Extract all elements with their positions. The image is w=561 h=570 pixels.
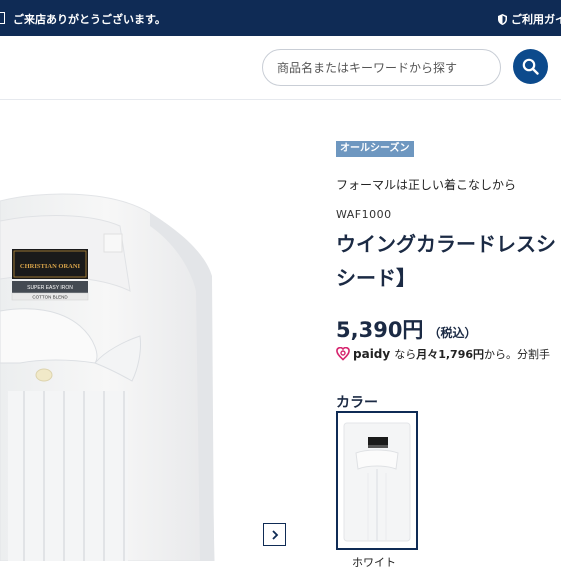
bracket-icon <box>0 12 5 24</box>
paidy-logo-icon <box>336 347 350 361</box>
paidy-installment-info: paidy なら 月々1,796円 から。分割手 <box>336 346 550 362</box>
color-swatch-white[interactable] <box>336 411 418 550</box>
paidy-brand: paidy <box>353 347 391 361</box>
shirt-brand-label: CHRISTIAN ORANI <box>20 263 81 270</box>
announcement-bar: ご来店ありがとうございます。 ご利用ガイ <box>0 0 561 36</box>
chevron-right-icon <box>271 529 278 540</box>
swatch-thumbnail <box>343 422 411 542</box>
product-code: WAF1000 <box>336 208 392 221</box>
product-price: 5,390円 （税込） <box>336 314 476 344</box>
paidy-monthly: 月々1,796円 <box>416 348 485 361</box>
shirt-label-line2: COTTON BLEND <box>32 295 68 300</box>
shield-icon <box>498 13 507 25</box>
announcement-text: ご来店ありがとうございます。 <box>13 13 166 26</box>
color-swatch-name: ホワイト <box>352 556 396 569</box>
user-guide-label: ご利用ガイ <box>511 13 561 26</box>
paidy-prefix: なら <box>394 348 417 361</box>
product-title: ウイングカラードレスシ シード】 <box>336 227 561 295</box>
site-header <box>0 36 561 100</box>
user-guide-link[interactable]: ご利用ガイ <box>498 11 561 27</box>
price-value: 5,390円 <box>336 318 424 342</box>
shirt-label-line1: SUPER EASY IRON <box>27 285 73 291</box>
product-image: CHRISTIAN ORANI SUPER EASY IRON COTTON B… <box>0 193 215 561</box>
product-tagline: フォーマルは正しい着こなしから <box>336 178 517 192</box>
gallery-next-button[interactable] <box>263 523 286 546</box>
color-label: カラー <box>336 395 378 411</box>
search-icon <box>522 58 539 75</box>
tax-note: （税込） <box>428 326 477 340</box>
search-button[interactable] <box>513 49 548 84</box>
paidy-suffix: から。分割手 <box>484 348 551 361</box>
product-image-gallery: CHRISTIAN ORANI SUPER EASY IRON COTTON B… <box>0 101 330 561</box>
season-badge: オールシーズン <box>336 141 414 157</box>
product-title-line2: シード】 <box>336 266 416 290</box>
search-input[interactable] <box>263 50 500 85</box>
product-title-line1: ウイングカラードレスシ <box>336 232 556 256</box>
search-box <box>262 49 501 86</box>
